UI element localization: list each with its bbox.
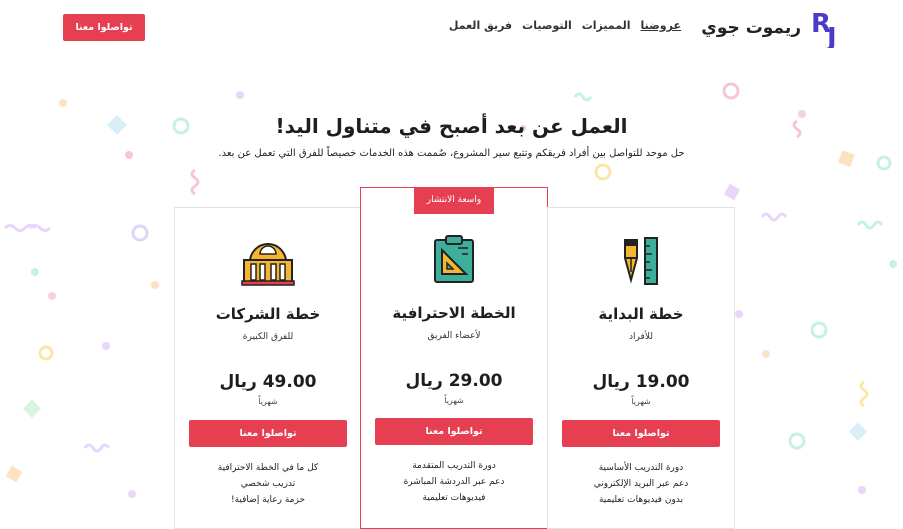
feature-item: دورة التدريب الأساسية bbox=[598, 463, 684, 473]
brand-name: ريموت جوي bbox=[701, 18, 801, 38]
building-icon bbox=[241, 243, 295, 286]
plan-name: خطة الشركات bbox=[215, 305, 321, 323]
nav-features[interactable]: المميزات bbox=[582, 19, 631, 32]
plan-audience: للأفراد bbox=[629, 332, 653, 342]
plan-price: 29.00 ريال bbox=[405, 371, 503, 391]
plan-features: كل ما في الخطة الاحترافية تدريب شخصي حزم… bbox=[175, 460, 361, 508]
plan-name: خطة البداية bbox=[598, 305, 684, 323]
svg-text:J: J bbox=[825, 23, 837, 48]
plan-period: شهرياً bbox=[631, 397, 651, 406]
nav-testimonials[interactable]: التوصيات bbox=[522, 19, 572, 32]
plan-card-professional: واسعة الانتشار الخطة الاحترافية لأعضاء ا… bbox=[360, 187, 548, 529]
site-header: R J ريموت جوي عروضنا المميزات التوصيات ف… bbox=[0, 0, 903, 60]
plan-price: 19.00 ريال bbox=[592, 372, 690, 392]
header-contact-button[interactable]: تواصلوا معنا bbox=[63, 14, 145, 41]
plan-contact-button[interactable]: تواصلوا معنا bbox=[375, 418, 533, 445]
plan-audience: للفرق الكبيرة bbox=[242, 332, 294, 342]
feature-item: دعم عبر الدردشة المباشرة bbox=[403, 477, 505, 487]
plan-period: شهرياً bbox=[444, 396, 464, 405]
plan-audience: لأعضاء الفريق bbox=[427, 331, 481, 341]
plan-card-enterprise: خطة الشركات للفرق الكبيرة 49.00 ريال شهر… bbox=[174, 207, 362, 529]
plan-price: 49.00 ريال bbox=[219, 372, 317, 392]
plan-contact-button[interactable]: تواصلوا معنا bbox=[562, 420, 720, 447]
logo[interactable]: R J bbox=[811, 8, 847, 48]
pen-ruler-icon bbox=[624, 237, 658, 285]
plan-features: دورة التدريب المتقدمة دعم عبر الدردشة ال… bbox=[361, 458, 547, 506]
plan-period: شهرياً bbox=[258, 397, 278, 406]
plan-contact-button[interactable]: تواصلوا معنا bbox=[189, 420, 347, 447]
feature-item: حزمة رعاية إضافية! bbox=[230, 495, 306, 505]
feature-item: دعم عبر البريد الإلكتروني bbox=[593, 479, 689, 489]
popular-badge: واسعة الانتشار bbox=[414, 187, 494, 214]
feature-item: دورة التدريب المتقدمة bbox=[412, 461, 496, 471]
feature-item: تدريب شخصي bbox=[240, 479, 296, 489]
nav-offers[interactable]: عروضنا bbox=[641, 19, 681, 32]
plan-name: الخطة الاحترافية bbox=[392, 304, 516, 322]
clipboard-icon bbox=[434, 235, 474, 283]
feature-item: كل ما في الخطة الاحترافية bbox=[217, 463, 319, 473]
plan-card-starter: خطة البداية للأفراد 19.00 ريال شهرياً تو… bbox=[547, 207, 735, 529]
feature-item: بدون فيديوهات تعليمية bbox=[598, 495, 684, 505]
hero-title: العمل عن بعد أصبح في متناول اليد! bbox=[275, 114, 628, 138]
feature-item: فيديوهات تعليمية bbox=[422, 493, 486, 503]
nav-team[interactable]: فريق العمل bbox=[449, 19, 512, 32]
main-nav: عروضنا المميزات التوصيات فريق العمل bbox=[449, 19, 681, 32]
hero-subtitle: حل موحد للتواصل بين أفراد فريقكم وتتبع س… bbox=[218, 148, 685, 159]
plan-features: دورة التدريب الأساسية دعم عبر البريد الإ… bbox=[548, 460, 734, 508]
